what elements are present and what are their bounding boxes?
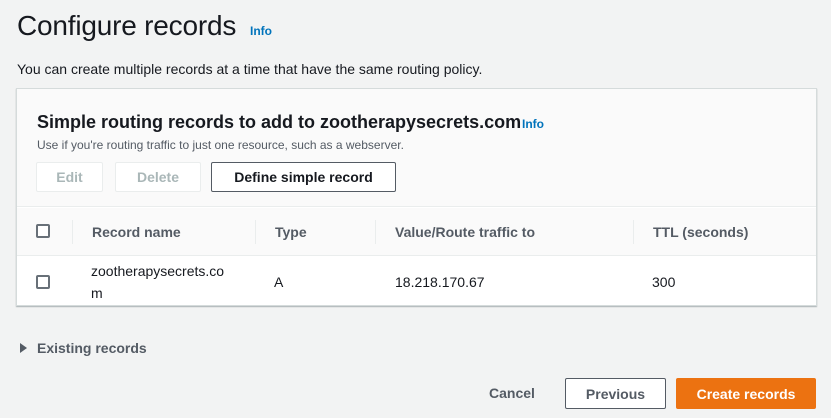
select-all-checkbox[interactable] xyxy=(36,224,50,238)
column-divider xyxy=(633,220,634,244)
column-header-record-name[interactable]: Record name xyxy=(92,224,181,240)
delete-button[interactable]: Delete xyxy=(115,162,201,192)
edit-button[interactable]: Edit xyxy=(36,162,103,192)
records-panel: Simple routing records to add to zoother… xyxy=(16,88,817,306)
header-info-link[interactable]: Info xyxy=(250,24,272,38)
value-cell: 18.218.170.67 xyxy=(395,274,485,290)
page-title: Configure records xyxy=(17,10,237,41)
caret-right-icon xyxy=(20,343,27,353)
previous-button[interactable]: Previous xyxy=(565,378,666,409)
record-name-cell-line1: zootherapysecrets.co xyxy=(91,263,225,279)
column-header-value[interactable]: Value/Route traffic to xyxy=(395,224,535,240)
create-records-button[interactable]: Create records xyxy=(676,378,816,409)
define-simple-record-button[interactable]: Define simple record xyxy=(211,162,396,192)
panel-info-link[interactable]: Info xyxy=(522,117,544,131)
panel-description: Use if you're routing traffic to just on… xyxy=(37,138,404,152)
ttl-cell: 300 xyxy=(652,274,676,290)
type-cell: A xyxy=(274,274,284,290)
panel-title: Simple routing records to add to zoother… xyxy=(37,112,522,132)
existing-records-label: Existing records xyxy=(37,340,147,356)
row-checkbox[interactable] xyxy=(36,275,50,289)
column-divider xyxy=(375,220,376,244)
record-name-cell-line2: m xyxy=(91,285,103,301)
column-header-type[interactable]: Type xyxy=(275,224,307,240)
page-description: You can create multiple records at a tim… xyxy=(17,61,483,77)
table-row[interactable]: zootherapysecrets.co m A 18.218.170.67 3… xyxy=(17,257,816,305)
column-header-ttl[interactable]: TTL (seconds) xyxy=(653,224,748,240)
cancel-button[interactable]: Cancel xyxy=(473,378,551,408)
panel-header: Simple routing records to add to zoother… xyxy=(17,89,816,207)
existing-records-toggle[interactable]: Existing records xyxy=(20,340,147,356)
column-divider xyxy=(255,220,256,244)
column-divider xyxy=(72,220,73,244)
table-header: Record name Type Value/Route traffic to … xyxy=(17,208,816,256)
